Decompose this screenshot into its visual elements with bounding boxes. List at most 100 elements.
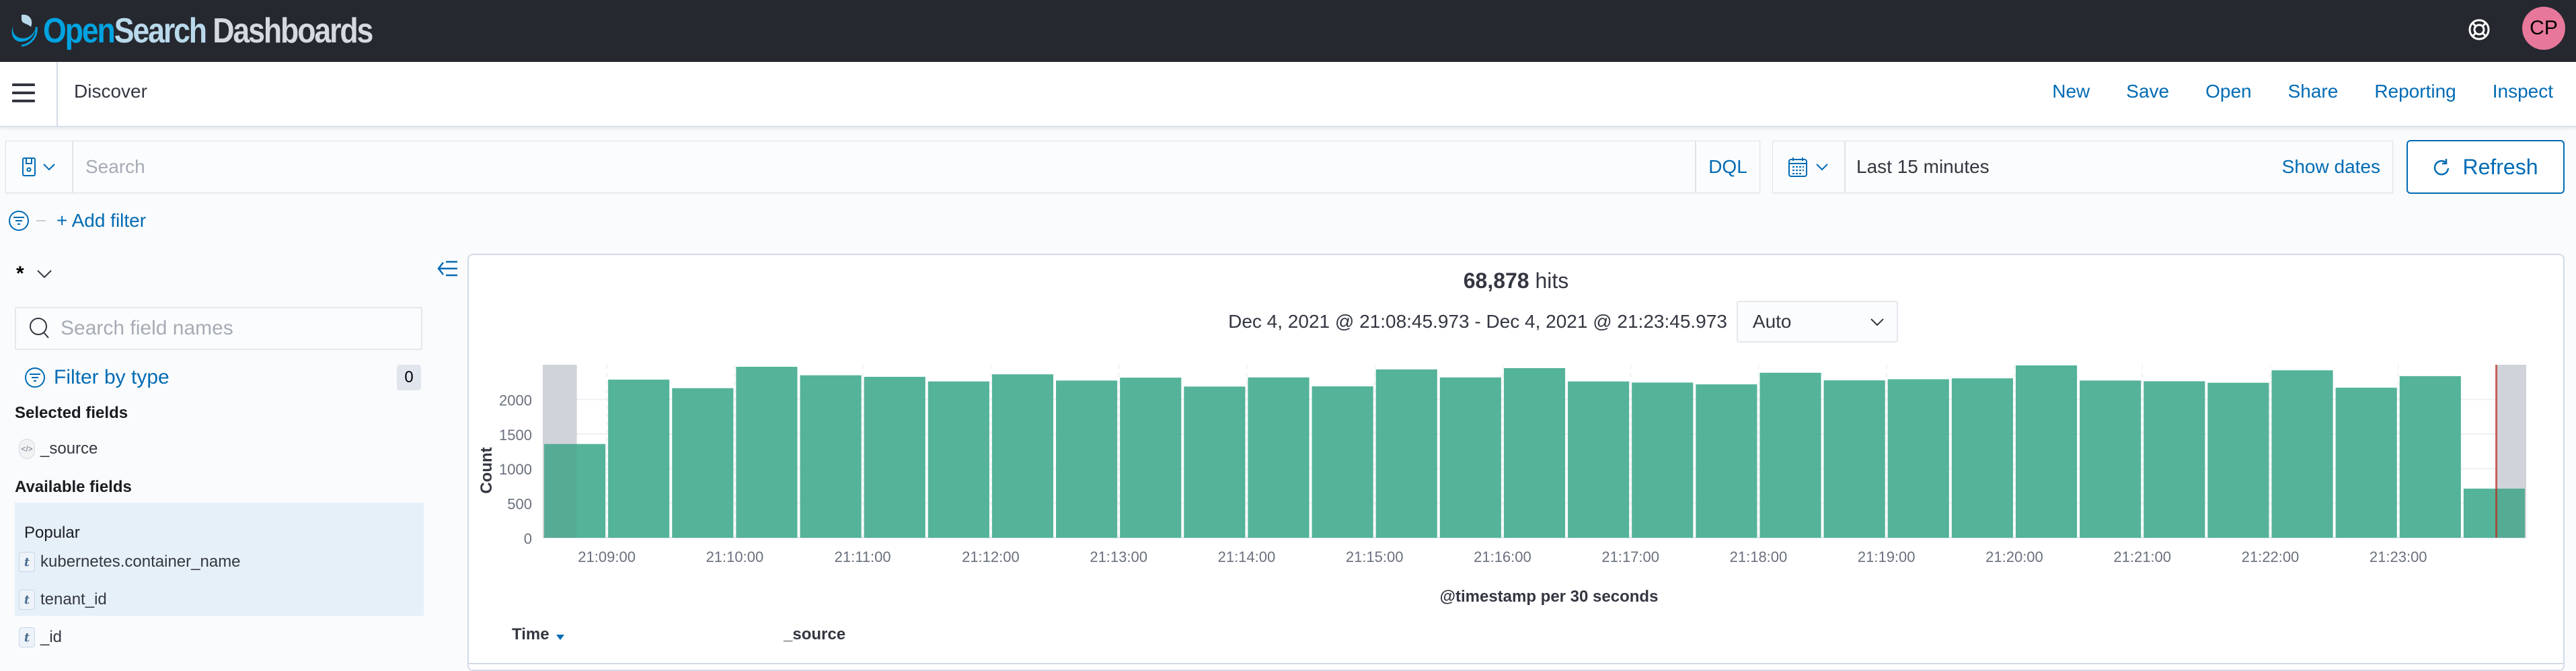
histogram-bar [1823,380,1885,538]
save-icon [22,157,36,176]
histogram-bar [2399,376,2461,538]
histogram-bar [1439,377,1501,538]
x-tick-label: 21:15:00 [1346,549,1404,565]
filter-by-type[interactable]: Filter by type 0 [24,365,421,390]
histogram-bar [2271,370,2333,538]
x-tick-label: 21:10:00 [706,549,764,565]
x-tick-label: 21:14:00 [1218,549,1276,565]
column-header-source[interactable]: _source [784,625,845,644]
column-source-label: _source [784,625,846,643]
histogram-bar [2207,382,2269,538]
sort-desc-icon[interactable] [555,633,566,641]
field-item-source[interactable]: </> _source [19,439,98,459]
index-pattern-selector[interactable]: * [16,262,52,285]
search-input[interactable] [73,141,1695,192]
add-filter-button[interactable]: + Add filter [56,210,146,232]
histogram-bar [1312,386,1373,538]
histogram-chart[interactable]: 0 500 1000 1500 2000 21:09:00 21:10:00 21:11:0… [469,255,2566,619]
x-tick-label: 21:09:00 [578,549,636,565]
search-icon [30,318,49,339]
field-item-tenant-id[interactable]: t tenant_id [19,590,107,610]
filter-by-type-label: Filter by type [54,366,169,388]
source-type-icon: </> [19,439,35,459]
filter-icon [25,367,45,388]
lifebuoy-icon[interactable] [2467,17,2491,42]
column-header-time[interactable]: Time [512,625,566,644]
histogram-bar [1184,386,1246,538]
out-of-range-overlay-start [543,365,577,538]
results-panel: 68,878 hits Dec 4, 2021 @ 21:08:45.973 -… [467,254,2565,671]
histogram-bar [991,374,1054,538]
nav-open[interactable]: Open [2205,81,2252,102]
field-name: tenant_id [40,590,107,608]
histogram-bar [2080,380,2142,538]
histogram-bar [1951,378,2013,538]
histogram-bar [2144,381,2205,538]
x-tick-label: 21:12:00 [962,549,1020,565]
histogram-bar [2335,388,2397,538]
selected-fields-title: Selected fields [15,404,128,422]
histogram-bar [736,366,798,538]
column-time-label: Time [512,625,550,643]
x-tick-label: 21:20:00 [1985,549,2043,565]
user-avatar[interactable]: CP [2522,7,2565,50]
x-axis-label: @timestamp per 30 seconds [1440,588,1659,606]
date-picker: Last 15 minutes Show dates [1772,141,2393,193]
hamburger-icon[interactable] [12,83,35,104]
logo-text: OpenSearch Dashboards [43,11,373,51]
global-header: OpenSearch Dashboards CP [0,0,2576,62]
filter-icon[interactable] [8,210,30,232]
top-nav-menu: New Save Open Share Reporting Inspect [2016,81,2553,102]
opensearch-logo[interactable]: OpenSearch Dashboards [7,8,426,54]
histogram-bar [672,388,734,538]
refresh-icon [2434,159,2450,176]
histogram-bar [608,380,670,538]
filter-divider [36,220,46,221]
date-range-label[interactable]: Last 15 minutes [1846,156,2282,178]
x-tick-label: 21:21:00 [2113,549,2171,565]
show-dates-button[interactable]: Show dates [2282,156,2392,178]
popular-label: Popular [24,524,80,542]
field-item-id[interactable]: t _id [19,627,62,647]
logo-open: Open [43,11,116,50]
logo-search: Search [114,11,207,50]
x-tick-label: 21:19:00 [1858,549,1916,565]
quick-select-button[interactable] [1773,141,1846,192]
nav-inspect[interactable]: Inspect [2493,81,2553,102]
nav-new[interactable]: New [2052,81,2090,102]
x-tick-label: 21:17:00 [1601,549,1659,565]
nav-share[interactable]: Share [2288,81,2339,102]
field-sidebar: * Filter by type 0 Selected fields </> _… [0,249,457,664]
chevron-down-icon [1816,164,1828,171]
app-header: Discover New Save Open Share Reporting I… [0,62,2576,127]
histogram-bar [1887,379,1949,538]
refresh-button[interactable]: Refresh [2407,140,2565,194]
nav-save[interactable]: Save [2126,81,2169,102]
x-tick-label: 21:13:00 [1090,549,1147,565]
refresh-label: Refresh [2462,154,2538,179]
nav-reporting[interactable]: Reporting [2374,81,2456,102]
string-type-icon: t [19,627,35,647]
collapse-sidebar-icon[interactable] [437,260,459,277]
x-tick-label: 21:18:00 [1730,549,1788,565]
x-tick-label: 21:23:00 [2370,549,2427,565]
chevron-down-icon [43,164,55,171]
calendar-icon [1788,157,1807,177]
histogram-bar [1375,369,1437,538]
logo-dashboards: Dashboards [213,11,373,50]
histogram-bar [1248,377,1310,538]
y-tick-label: 500 [507,496,532,513]
field-item-kubernetes-container-name[interactable]: t kubernetes.container_name [19,552,241,572]
saved-query-button[interactable] [6,141,73,192]
x-tick-label: 21:11:00 [835,549,891,565]
filter-bar: + Add filter [8,209,146,233]
field-name: _id [40,628,63,646]
string-type-icon: t [19,552,35,572]
field-search-input[interactable] [55,317,405,340]
y-tick-label: 1000 [499,461,532,478]
available-fields-title: Available fields [15,478,132,496]
query-language-button[interactable]: DQL [1695,141,1759,192]
y-tick-label: 2000 [499,392,532,409]
histogram-bar [1632,382,1694,538]
breadcrumb: Discover [74,81,147,102]
